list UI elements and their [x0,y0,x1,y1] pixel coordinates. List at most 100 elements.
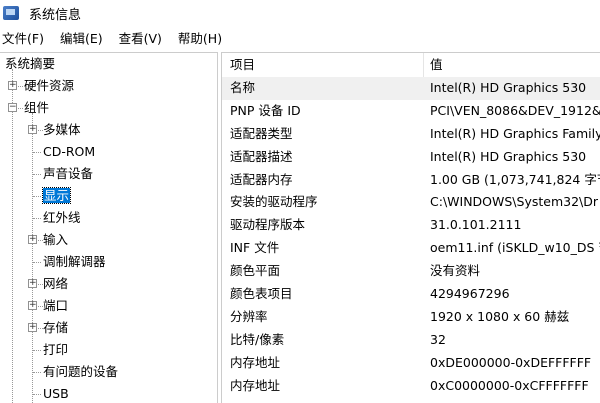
tree-item-label: 输入 [43,232,69,247]
value-cell: 0xDE000000-0xDEFFFFFF [430,354,592,370]
item-cell: INF 文件 [230,240,280,256]
table-row[interactable]: 适配器内存 1.00 GB (1,073,741,824 字节 [222,169,600,192]
item-cell: 内存地址 [230,354,281,370]
expand-icon[interactable]: + [28,323,37,332]
tree-line [18,86,23,87]
table-row[interactable]: PNP 设备 ID PCI\VEN_8086&DEV_1912& [222,100,600,123]
tree-line [33,174,41,175]
table-row[interactable]: 内存地址 0xC0000000-0xCFFFFFFF [222,375,600,398]
value-cell: Intel(R) HD Graphics 530 [430,148,587,164]
tree-line [32,113,33,403]
table-row[interactable]: 颜色平面 没有资料 [222,260,600,283]
table-row[interactable]: 适配器类型 Intel(R) HD Graphics Family, [222,123,600,146]
category-tree[interactable]: 系统摘要 + 硬件资源 − 组件 + 多媒体 CD-ROM 声音设备 显示 红外线 + 输入 调制解调器… [0,52,218,403]
tree-item[interactable]: 打印 [43,339,68,361]
expand-icon[interactable]: + [8,81,17,90]
tree-item[interactable]: USB [43,383,69,403]
tree-line [33,262,41,263]
value-cell: 0xC0000000-0xCFFFFFFF [430,377,589,393]
column-header-item[interactable]: 项目 [222,53,424,77]
tree-item[interactable]: 网络 [43,273,68,295]
table-row[interactable]: 颜色表项目 4294967296 [222,283,600,306]
item-cell: 内存地址 [230,377,281,393]
tree-item-label: 红外线 [43,210,81,225]
tree-item-label: 打印 [43,342,69,357]
item-cell: PNP 设备 ID [230,102,301,118]
title-bar: 系统信息 [0,0,600,26]
tree-line [33,350,41,351]
tree-item[interactable]: 有问题的设备 [43,361,118,383]
window-title: 系统信息 [29,7,82,23]
details-table: 项目 值 名称 Intel(R) HD Graphics 530 PNP 设备 ID… [221,52,600,403]
tree-item[interactable]: CD-ROM [43,141,95,163]
table-row[interactable]: 驱动程序版本 31.0.101.2111 [222,214,600,237]
tree-item[interactable]: 显示 [41,185,72,207]
tree-item-label: 多媒体 [43,122,81,137]
tree-item[interactable]: 调制解调器 [43,251,106,273]
item-cell: 颜色表项目 [230,286,293,302]
value-cell: 31.0.101.2111 [430,217,522,233]
system-info-app-icon [3,6,19,20]
table-row[interactable]: INF 文件 oem11.inf (iSKLD_w10_DS 节 [222,237,600,260]
table-row[interactable]: 比特/像素 32 [222,329,600,352]
item-cell: 适配器类型 [230,125,293,141]
expand-icon[interactable]: + [28,125,37,134]
value-cell: PCI\VEN_8086&DEV_1912& [430,102,600,118]
tree-item[interactable]: 多媒体 [43,119,81,141]
menu-bar: 文件(F) 编辑(E) 查看(V) 帮助(H) [0,26,236,48]
tree-item-label: 调制解调器 [43,254,106,269]
tree-item[interactable]: 输入 [43,229,68,251]
tree-item[interactable]: 存储 [43,317,68,339]
tree-item-label: 显示 [41,187,72,204]
value-cell: 4294967296 [430,286,510,302]
expand-icon[interactable]: + [28,301,37,310]
value-cell: 1920 x 1080 x 60 赫兹 [430,308,570,324]
value-cell: C:\WINDOWS\System32\Dr [430,194,599,210]
value-cell: Intel(R) HD Graphics 530 [430,80,587,95]
tree-item-label: 组件 [24,100,50,115]
column-header-value[interactable]: 值 [424,53,600,77]
item-cell: 比特/像素 [230,331,285,347]
tree-item-label: 端口 [43,298,69,313]
table-row[interactable]: 分辨率 1920 x 1080 x 60 赫兹 [222,306,600,329]
table-row[interactable]: 安装的驱动程序 C:\WINDOWS\System32\Dr [222,191,600,214]
table-row[interactable]: 内存地址 0xDE000000-0xDEFFFFFF [222,352,600,375]
expand-icon[interactable]: + [28,279,37,288]
menu-view[interactable]: 查看(V) [117,28,168,47]
item-cell: 适配器内存 [230,171,293,187]
tree-item[interactable]: 红外线 [43,207,81,229]
item-cell: 颜色平面 [230,263,281,279]
expand-icon[interactable]: + [28,235,37,244]
tree-item-label: 声音设备 [43,166,94,181]
item-cell: 安装的驱动程序 [230,194,318,210]
value-cell: oem11.inf (iSKLD_w10_DS 节 [430,240,600,256]
tree-line [33,152,41,153]
tree-item-label: CD-ROM [43,144,96,159]
tree-item-label: 网络 [43,276,69,291]
tree-item-label: 硬件资源 [24,78,75,93]
tree-item[interactable]: 组件 [24,97,49,119]
table-row[interactable]: 适配器描述 Intel(R) HD Graphics 530 [222,146,600,169]
menu-file[interactable]: 文件(F) [0,28,50,47]
item-cell: 驱动程序版本 [230,217,306,233]
menu-help[interactable]: 帮助(H) [176,28,228,47]
tree-item[interactable]: 声音设备 [43,163,93,185]
tree-item-label: USB [43,386,69,401]
tree-line [33,218,41,219]
collapse-icon[interactable]: − [8,103,17,112]
value-cell: 32 [430,331,446,347]
tree-line [12,69,13,403]
tree-item[interactable]: 硬件资源 [24,75,74,97]
value-cell: 没有资料 [430,263,481,279]
table-row[interactable]: 名称 Intel(R) HD Graphics 530 [222,77,600,100]
item-cell: 名称 [230,80,256,95]
tree-line [18,108,23,109]
item-cell: 适配器描述 [230,148,293,164]
tree-line [33,196,41,197]
tree-item-label: 存储 [43,320,69,335]
menu-edit[interactable]: 编辑(E) [58,28,109,47]
tree-line [33,372,41,373]
tree-item[interactable]: 端口 [43,295,68,317]
tree-line [33,394,41,395]
table-header: 项目 值 [222,53,600,77]
